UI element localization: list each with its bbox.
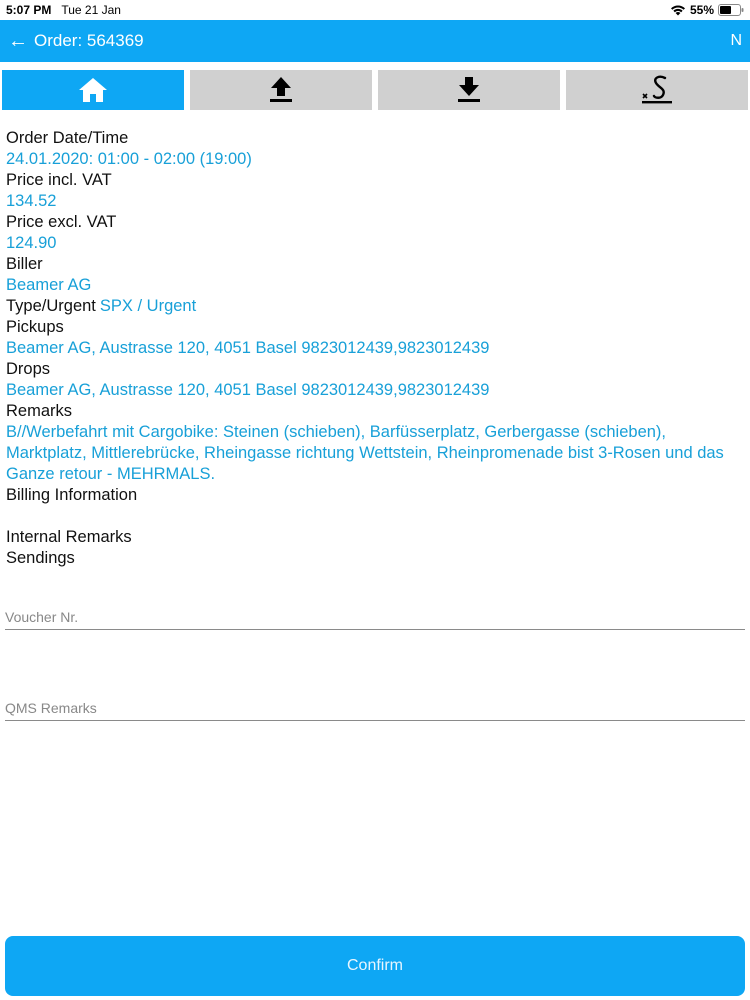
type-label: Type/Urgent xyxy=(6,297,96,315)
voucher-input[interactable] xyxy=(5,606,745,628)
back-arrow-icon[interactable]: ← xyxy=(8,30,34,53)
order-details: Order Date/Time 24.01.2020: 01:00 - 02:0… xyxy=(6,128,746,569)
wifi-icon xyxy=(670,5,685,16)
voucher-field xyxy=(5,606,745,630)
battery-percent: 55% xyxy=(689,3,714,17)
status-bar: 5:07 PM Tue 21 Jan 55% xyxy=(0,0,750,20)
battery-icon xyxy=(718,4,744,16)
price-excl-label: Price excl. VAT xyxy=(6,213,117,231)
billing-info-label: Billing Information xyxy=(6,486,138,504)
pickups-label: Pickups xyxy=(6,318,64,336)
header-right-label[interactable]: N xyxy=(730,32,742,50)
pickups-value: Beamer AG, Austrasse 120, 4051 Basel 982… xyxy=(6,339,490,357)
internal-remarks-label: Internal Remarks xyxy=(6,528,132,546)
biller-value: Beamer AG xyxy=(6,276,92,294)
upload-icon xyxy=(270,77,292,102)
drops-value: Beamer AG, Austrasse 120, 4051 Basel 982… xyxy=(6,381,490,399)
billing-info-value xyxy=(6,506,746,527)
confirm-button[interactable]: Confirm xyxy=(5,936,745,996)
order-datetime-label: Order Date/Time xyxy=(6,129,129,147)
download-icon xyxy=(458,77,480,102)
price-incl-label: Price incl. VAT xyxy=(6,171,112,189)
remarks-value: B//Werbefahrt mit Cargobike: Steinen (sc… xyxy=(6,423,724,483)
sendings-label: Sendings xyxy=(6,549,75,567)
biller-label: Biller xyxy=(6,255,43,273)
tab-bar xyxy=(2,70,748,110)
price-excl-value: 124.90 xyxy=(6,234,57,252)
type-value: SPX / Urgent xyxy=(99,297,197,315)
type-row: Type/Urgent SPX / Urgent xyxy=(6,296,746,317)
price-incl-value: 134.52 xyxy=(6,192,57,210)
remarks-label: Remarks xyxy=(6,402,73,420)
page-title: Order: 564369 xyxy=(34,31,144,50)
tab-signature[interactable] xyxy=(566,70,748,110)
tab-upload[interactable] xyxy=(190,70,372,110)
signature-icon xyxy=(642,75,672,104)
qms-remarks-input[interactable] xyxy=(5,697,745,719)
app-header: ← Order: 564369 N xyxy=(0,20,750,62)
tab-download[interactable] xyxy=(378,70,560,110)
home-icon xyxy=(79,78,107,102)
status-date: Tue 21 Jan xyxy=(61,3,121,17)
order-datetime-value: 24.01.2020: 01:00 - 02:00 (19:00) xyxy=(6,150,252,168)
tab-home[interactable] xyxy=(2,70,184,110)
drops-label: Drops xyxy=(6,360,51,378)
status-time: 5:07 PM xyxy=(6,3,52,17)
status-right: 55% xyxy=(670,3,744,17)
qms-remarks-field xyxy=(5,697,745,721)
